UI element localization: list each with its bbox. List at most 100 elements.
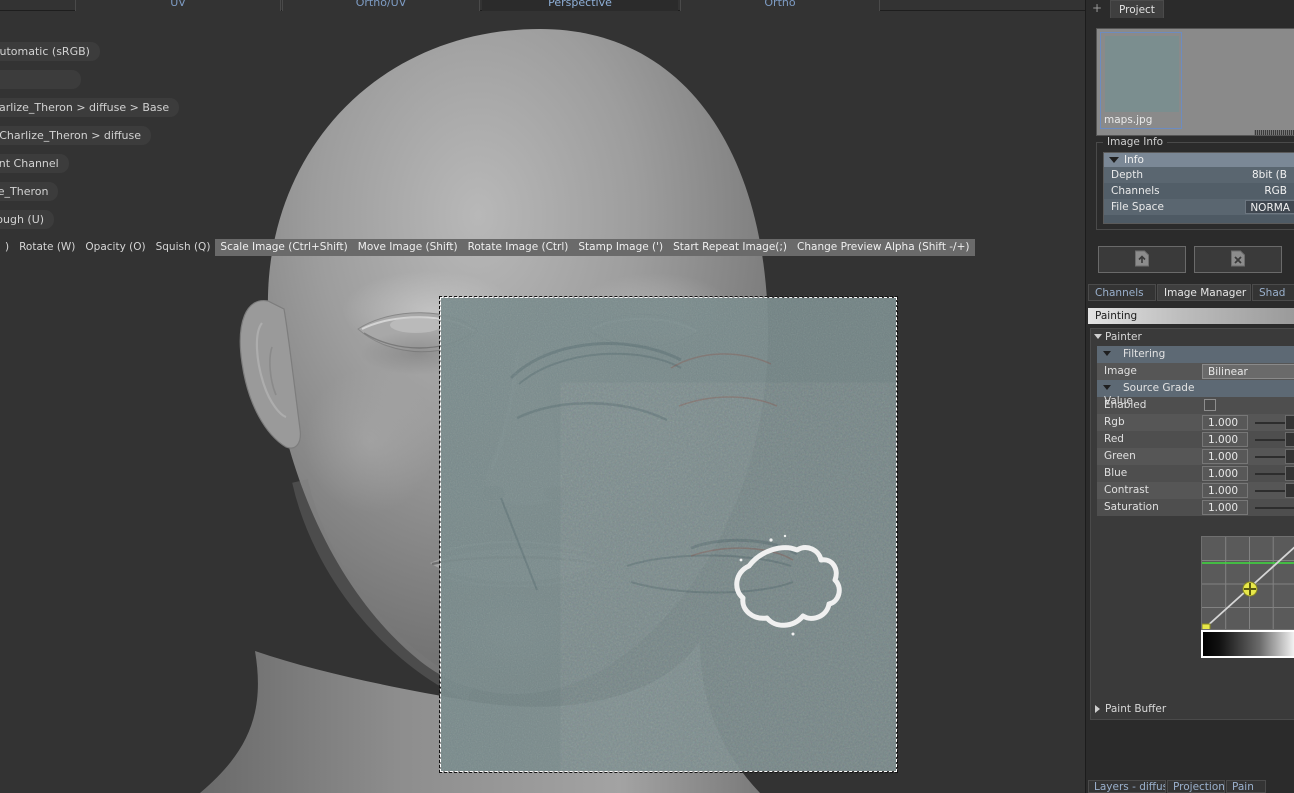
tool-item-move-image-shift[interactable]: Move Image (Shift) (352, 239, 463, 256)
thumbnail-preview (1105, 36, 1179, 112)
value-gradient-strip (1201, 630, 1294, 658)
grade-label-saturation: Saturation (1104, 501, 1159, 513)
grade-input-saturation[interactable]: 1.000 (1202, 500, 1248, 515)
bottom-tab-layers-diffuse[interactable]: Layers - diffuse (1088, 780, 1166, 793)
slider-knob[interactable] (1285, 449, 1294, 464)
slider-knob[interactable] (1285, 466, 1294, 481)
project-thumbnail-item[interactable]: maps.jpg (1100, 32, 1182, 129)
slider-knob[interactable] (1285, 415, 1294, 430)
value-curve-label: Value (1104, 395, 1133, 407)
tool-item-squish-q[interactable]: Squish (Q) (151, 239, 216, 256)
viewport-tab-ortho-uv[interactable]: Ortho/UV (282, 0, 480, 11)
grade-slider-red[interactable] (1255, 432, 1294, 447)
filtering-image-row: Image Bilinear (1097, 363, 1294, 380)
chevron-down-icon (1094, 334, 1102, 339)
paint-buffer-label: Paint Buffer (1105, 703, 1167, 715)
grade-input-red[interactable]: 1.000 (1202, 432, 1248, 447)
hud-label-6: rough (U) (0, 210, 55, 229)
painter-group-label: Painter (1105, 331, 1142, 343)
info-row-depth: Depth 8bit (B (1104, 167, 1294, 183)
hud-label-4: ent Channel (0, 154, 69, 173)
grade-label-blue: Blue (1104, 467, 1128, 479)
viewport-tab-ortho[interactable]: Ortho (680, 0, 880, 11)
hud-label-1 (0, 70, 81, 89)
value-curve-editor[interactable] (1201, 536, 1294, 630)
info-section-header[interactable]: Info (1104, 153, 1294, 167)
bottom-tab-pain[interactable]: Pain (1226, 780, 1266, 793)
hud-label-0: Automatic (sRGB) (0, 42, 100, 61)
chevron-right-icon (1095, 705, 1104, 713)
grade-input-blue[interactable]: 1.000 (1202, 466, 1248, 481)
tool-item-[interactable]: ) (0, 239, 14, 256)
palette-tab-channels[interactable]: Channels (1088, 284, 1156, 301)
grade-label-green: Green (1104, 450, 1136, 462)
grade-input-green[interactable]: 1.000 (1202, 449, 1248, 464)
grade-label-red: Red (1104, 433, 1124, 445)
add-tab-icon[interactable]: + (1091, 2, 1103, 15)
hud-label-5: ze_Theron (0, 182, 59, 201)
info-row-file-space: File Space NORMA (1104, 199, 1294, 215)
info-row-value: 8bit (B (1251, 169, 1287, 181)
tool-item-opacity-o[interactable]: Opacity (O) (80, 239, 150, 256)
tool-item-scale-image-ctrl-shift[interactable]: Scale Image (Ctrl+Shift) (215, 239, 353, 256)
tool-item-rotate-w[interactable]: Rotate (W) (14, 239, 80, 256)
tool-item-stamp-image[interactable]: Stamp Image (') (573, 239, 669, 256)
grade-row-contrast: Contrast 1.000 (1097, 482, 1294, 499)
source-grade-parameter-list: Rgb 1.000 Red 1.000 Green 1.000 Blue 1.000 Contr… (1091, 414, 1294, 516)
grade-label-contrast: Contrast (1104, 484, 1149, 496)
filtering-label: Filtering (1123, 348, 1166, 360)
grade-slider-saturation[interactable] (1255, 500, 1294, 515)
bottom-palette-tab-row: Layers - diffuseProjectionPain (1088, 780, 1294, 793)
painter-group-header[interactable]: Painter (1091, 329, 1294, 346)
info-row-name: File Space (1111, 201, 1164, 213)
viewport-tab-bar: UV Ortho/UV Perspective Ortho (0, 0, 1085, 11)
grade-input-contrast[interactable]: 1.000 (1202, 483, 1248, 498)
slider-track (1255, 507, 1294, 509)
slider-knob[interactable] (1285, 483, 1294, 498)
tab-project[interactable]: Project (1110, 0, 1164, 18)
grade-row-rgb: Rgb 1.000 (1097, 414, 1294, 431)
info-row-name: Channels (1111, 185, 1160, 197)
viewport-tab-uv[interactable]: UV (75, 0, 281, 11)
tool-item-rotate-image-ctrl[interactable]: Rotate Image (Ctrl) (462, 239, 574, 256)
projected-texture (441, 298, 896, 771)
info-row-channels: Channels RGB (1104, 183, 1294, 199)
tool-item-start-repeat-image[interactable]: Start Repeat Image(;) (668, 239, 793, 256)
viewport-tab-perspective[interactable]: Perspective (482, 0, 678, 11)
viewport-tool-strip[interactable]: ) Rotate (W) Opacity (O) Squish (Q) Scale Im… (0, 239, 975, 256)
grade-slider-green[interactable] (1255, 449, 1294, 464)
project-grid-scrollbar[interactable] (1254, 130, 1294, 135)
filtering-image-label: Image (1104, 365, 1137, 377)
hud-label-2: harlize_Theron > diffuse > Base (0, 98, 180, 117)
chevron-down-icon (1103, 351, 1111, 356)
grade-slider-blue[interactable] (1255, 466, 1294, 481)
info-row-value: NORMA (1245, 200, 1294, 214)
slider-knob[interactable] (1285, 432, 1294, 447)
filtering-image-select[interactable]: Bilinear (1202, 364, 1294, 379)
image-info-table[interactable]: Info Depth 8bit (B Channels RGB File Space NO… (1103, 152, 1294, 224)
grade-slider-rgb[interactable] (1255, 415, 1294, 430)
project-image-grid[interactable]: maps.jpg (1096, 28, 1294, 136)
paint-buffer-group-header[interactable]: Paint Buffer (1091, 701, 1294, 719)
grade-row-red: Red 1.000 (1097, 431, 1294, 448)
source-grade-label: Source Grade (1123, 382, 1195, 394)
tool-item-change-preview-alpha-shift[interactable]: Change Preview Alpha (Shift -/+) (792, 239, 975, 256)
curve-point-mid (1242, 581, 1258, 597)
info-row-value: RGB (1264, 185, 1287, 197)
import-image-button[interactable] (1098, 246, 1186, 273)
thumbnail-filename: maps.jpg (1104, 114, 1153, 126)
grade-slider-contrast[interactable] (1255, 483, 1294, 498)
bottom-tab-projection[interactable]: Projection (1167, 780, 1225, 793)
filtering-section-header[interactable]: Filtering (1097, 346, 1294, 363)
3d-viewport[interactable]: Automatic (sRGB) harlize_Theron > diffuse… (0, 11, 1085, 793)
info-row-name: Depth (1111, 169, 1143, 181)
right-dock-panel: + Project maps.jpg Image Info Info Depth… (1085, 0, 1294, 793)
grade-row-green: Green 1.000 (1097, 448, 1294, 465)
image-projection-overlay[interactable] (441, 298, 896, 771)
enabled-checkbox[interactable] (1204, 399, 1216, 411)
remove-image-button[interactable] (1194, 246, 1282, 273)
chevron-down-icon (1103, 385, 1111, 390)
grade-input-rgb[interactable]: 1.000 (1202, 415, 1248, 430)
palette-tab-shad[interactable]: Shad (1252, 284, 1294, 301)
palette-tab-image-manager[interactable]: Image Manager (1157, 284, 1251, 301)
